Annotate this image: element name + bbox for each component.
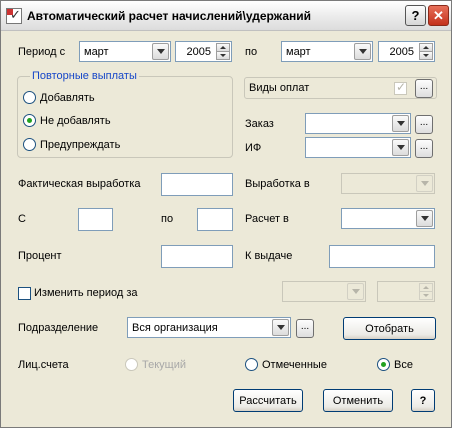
chevron-down-icon[interactable] (392, 139, 409, 156)
department-select[interactable]: Вся организация (127, 317, 291, 338)
chevron-down-icon[interactable] (354, 43, 371, 60)
radio-warn-label: Предупреждать (40, 138, 121, 151)
period-from-month-select[interactable]: март (79, 41, 171, 62)
actual-output-input[interactable] (161, 173, 233, 196)
radio-marked[interactable]: Отмеченные (245, 358, 327, 371)
accounts-label: Лиц.счета (18, 359, 69, 371)
department-browse-button[interactable]: ... (296, 319, 314, 338)
radio-add[interactable]: Добавлять (23, 91, 95, 104)
chevron-down-icon[interactable] (392, 115, 409, 132)
to-label: по (161, 213, 174, 225)
chevron-down-icon[interactable] (416, 175, 433, 192)
radio-circle-selected-icon[interactable] (23, 114, 36, 127)
payment-types-label: Виды оплат (249, 82, 310, 94)
period-from-label: Период с (18, 46, 66, 58)
order-label: Заказ (245, 118, 274, 130)
window-title: Автоматический расчет начислений\удержан… (27, 9, 312, 23)
period-to-month-select[interactable]: март (281, 41, 373, 62)
radio-all-label: Все (394, 358, 413, 371)
radio-add-label: Добавлять (40, 91, 95, 104)
percent-label: Процент (18, 250, 62, 262)
spin-down-icon[interactable] (419, 291, 433, 300)
cancel-button[interactable]: Отменить (323, 389, 393, 412)
radio-warn[interactable]: Предупреждать (23, 138, 120, 151)
order-select[interactable] (305, 113, 411, 134)
payment-types-browse-button[interactable]: ... (415, 79, 433, 98)
radio-do-not-add[interactable]: Не добавлять (23, 114, 111, 127)
radio-all[interactable]: Все (377, 358, 413, 371)
radio-current: Текущий (125, 358, 186, 371)
period-from-month-value: март (84, 46, 109, 58)
period-from-year-value: 2005 (186, 46, 211, 58)
radio-circle-icon[interactable] (23, 138, 36, 151)
percent-input[interactable] (161, 245, 233, 268)
help-titlebar-button[interactable]: ? (405, 5, 426, 26)
department-label: Подразделение (18, 322, 99, 334)
source-label: ИФ (245, 142, 262, 154)
radio-marked-label: Отмеченные (262, 358, 327, 371)
payout-label: К выдаче (245, 250, 293, 262)
dialog-window: ✓ Автоматический расчет начислений\удерж… (0, 0, 452, 428)
chevron-down-icon[interactable] (416, 210, 433, 227)
period-to-year-value: 2005 (389, 46, 414, 58)
period-from-year-spinner[interactable]: 2005 (175, 41, 232, 62)
chevron-down-icon[interactable] (152, 43, 169, 60)
to-input[interactable] (197, 208, 233, 231)
payout-input[interactable] (329, 245, 435, 268)
calc-in-select[interactable] (341, 208, 435, 229)
title-bar[interactable]: ✓ Автоматический расчет начислений\удерж… (1, 1, 451, 31)
radio-circle-icon[interactable] (23, 91, 36, 104)
close-button[interactable]: ✕ (428, 5, 449, 26)
app-icon: ✓ (6, 7, 22, 24)
check-icon: ✓ (396, 80, 407, 94)
change-period-month-select[interactable] (282, 281, 366, 302)
radio-circle-icon[interactable] (245, 358, 258, 371)
period-to-year-spinner[interactable]: 2005 (378, 41, 435, 62)
radio-current-label: Текущий (142, 358, 186, 371)
calc-in-label: Расчет в (245, 213, 289, 225)
change-period-label: Изменить период за (34, 287, 138, 299)
output-in-select[interactable] (341, 173, 435, 194)
payment-types-checkbox: ✓ (394, 80, 407, 95)
from-input[interactable] (78, 208, 113, 231)
radio-do-not-add-label: Не добавлять (40, 114, 111, 127)
radio-circle-icon (125, 358, 138, 371)
chevron-down-icon[interactable] (272, 319, 289, 336)
change-period-checkbox[interactable] (18, 287, 31, 300)
order-browse-button[interactable]: ... (415, 115, 433, 134)
source-browse-button[interactable]: ... (415, 139, 433, 158)
from-label: С (18, 213, 26, 225)
repeat-payments-title: Повторные выплаты (30, 70, 139, 82)
department-value: Вся организация (132, 322, 218, 334)
radio-circle-selected-icon[interactable] (377, 358, 390, 371)
select-button[interactable]: Отобрать (343, 317, 436, 340)
spin-down-icon[interactable] (419, 51, 433, 60)
calculate-button[interactable]: Рассчитать (233, 389, 303, 412)
help-button[interactable]: ? (411, 389, 435, 412)
period-to-month-value: март (286, 46, 311, 58)
actual-output-label: Фактическая выработка (18, 178, 141, 190)
spin-down-icon[interactable] (216, 51, 230, 60)
period-to-label: по (245, 46, 258, 58)
change-period-year-spinner[interactable] (377, 281, 435, 302)
output-in-label: Выработка в (245, 178, 310, 190)
chevron-down-icon[interactable] (347, 283, 364, 300)
source-select[interactable] (305, 137, 411, 158)
